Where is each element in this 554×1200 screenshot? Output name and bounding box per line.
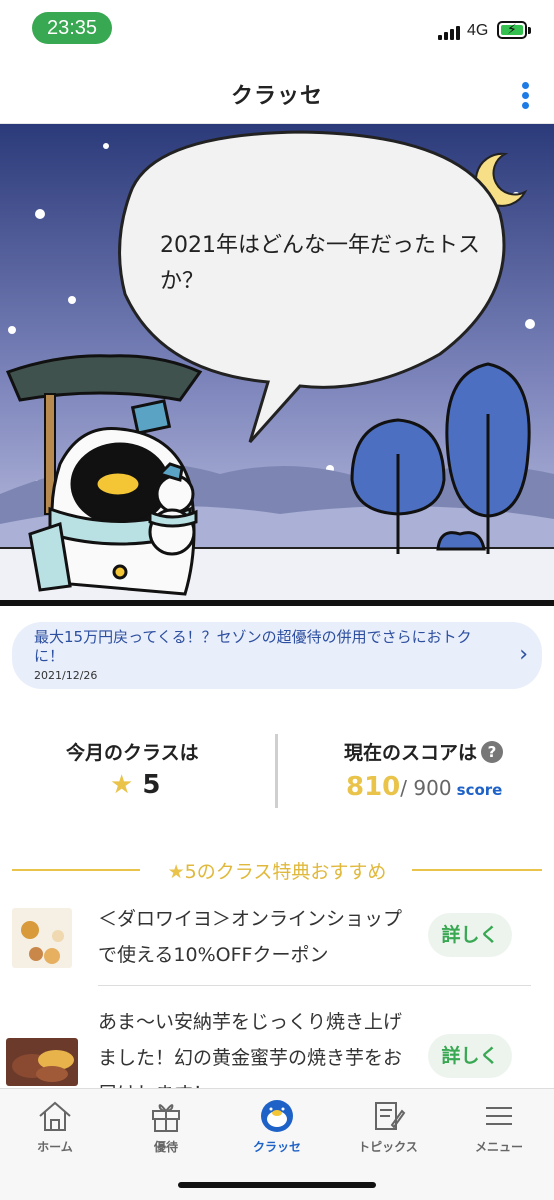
- product-thumbnail: [12, 908, 72, 968]
- tab-home[interactable]: ホーム: [0, 1089, 110, 1169]
- penguin-icon: [261, 1100, 293, 1132]
- tab-perks[interactable]: 優待: [111, 1089, 221, 1169]
- perks-heading-label: 5のクラス特典おすすめ: [184, 861, 387, 883]
- score-max: / 900: [400, 776, 452, 800]
- details-button[interactable]: 詳しく: [428, 1034, 512, 1078]
- score-label: 現在のスコアは?: [344, 738, 504, 765]
- tab-label: 優待: [153, 1140, 178, 1154]
- promo-banner[interactable]: 最大15万円戻ってくる！？セゾンの超優待の併用でさらにおトクに！ 2021/12…: [12, 622, 542, 689]
- tab-label: メニュー: [474, 1140, 523, 1154]
- more-options-icon[interactable]: [520, 82, 530, 110]
- status-bar: 23:35 4G ⚡: [0, 0, 554, 60]
- tab-classe[interactable]: クラッセ: [222, 1089, 332, 1169]
- menu-icon: [486, 1107, 512, 1125]
- perk-description: ＜ダロワイヨ＞オンラインショップで使える10%OFFクーポン: [98, 908, 403, 966]
- perk-description: あま〜い安納芋をじっくり焼き上げました！幻の黄金蜜芋の焼き芋をお届けします！: [98, 1011, 403, 1088]
- battery-icon: ⚡: [497, 21, 531, 39]
- notepad-icon: [375, 1102, 406, 1130]
- tab-topics[interactable]: トピックス: [333, 1089, 443, 1169]
- stats-divider: [275, 734, 278, 808]
- class-value: ★ 5: [110, 770, 160, 800]
- hero-illustration: 2021年はどんな一年だったトスか？: [0, 124, 554, 606]
- promo-banner-text: 最大15万円戻ってくる！？セゾンの超優待の併用でさらにおトクに！: [34, 628, 472, 665]
- status-time: 23:35: [32, 12, 112, 44]
- list-item[interactable]: ＜ダロワイヨ＞オンラインショップで使える10%OFFクーポン 詳しく: [0, 895, 554, 985]
- star-icon: ★: [110, 770, 134, 800]
- score-unit: score: [456, 781, 503, 799]
- promo-banner-date: 2021/12/26: [34, 669, 98, 682]
- tab-label: クラッセ: [252, 1140, 301, 1154]
- home-indicator[interactable]: [178, 1182, 376, 1188]
- tab-label: ホーム: [37, 1140, 73, 1154]
- star-icon: ★: [167, 861, 185, 883]
- tab-menu[interactable]: メニュー: [444, 1089, 554, 1169]
- score-value: 810: [346, 772, 401, 802]
- network-label: 4G: [467, 22, 489, 39]
- score-display: 810/ 900 score: [346, 772, 502, 802]
- app-header: クラッセ: [0, 60, 554, 124]
- chevron-right-icon: ›: [519, 642, 528, 667]
- list-item[interactable]: あま〜い安納芋をじっくり焼き上げました！幻の黄金蜜芋の焼き芋をお届けします！ 詳…: [0, 1000, 554, 1088]
- help-icon[interactable]: ?: [481, 741, 504, 763]
- signal-icon: [438, 24, 462, 40]
- speech-bubble-text: 2021年はどんな一年だったトスか？: [160, 233, 480, 294]
- stats-panel: 今月のクラスは ★ 5 現在のスコアは? 810/ 900 score: [0, 728, 554, 812]
- home-icon: [39, 1101, 71, 1131]
- tab-label: トピックス: [358, 1140, 418, 1154]
- details-button[interactable]: 詳しく: [428, 913, 512, 957]
- perks-heading: ★5のクラス特典おすすめ: [0, 855, 554, 885]
- perks-heading-text: ★5のクラス特典おすすめ: [0, 857, 554, 884]
- score-label-text: 現在のスコアは: [344, 742, 478, 764]
- page-title: クラッセ: [230, 84, 323, 109]
- divider: [98, 985, 531, 986]
- class-number: 5: [142, 770, 161, 800]
- product-thumbnail: [6, 1038, 78, 1086]
- class-label: 今月のクラスは: [66, 742, 199, 764]
- gift-icon: [152, 1104, 180, 1132]
